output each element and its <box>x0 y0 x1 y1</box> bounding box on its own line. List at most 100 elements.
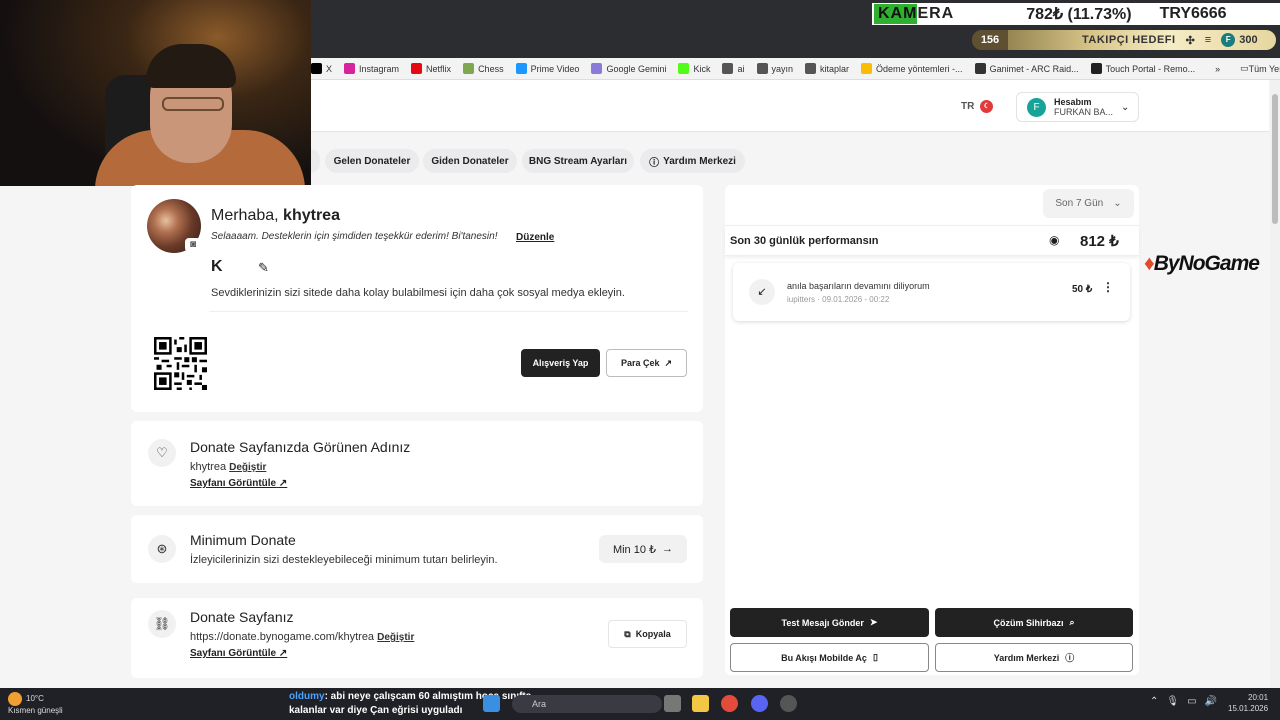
bookmark-item[interactable]: Instagram <box>344 63 399 74</box>
file-explorer-icon[interactable] <box>692 695 709 712</box>
min-donate-title: Minimum Donate <box>190 532 296 548</box>
page-scrollbar[interactable] <box>1270 80 1280 688</box>
webcam-overlay <box>0 0 311 186</box>
help-center-button[interactable]: Yardım Merkezi ⓘ <box>935 643 1133 672</box>
weather-widget[interactable]: 10°C Kısmen güneşli <box>8 692 63 715</box>
bookmark-label: ai <box>737 63 745 74</box>
all-bookmarks-folder[interactable]: ▭ Tüm Yer İşaretleri <box>1240 63 1280 74</box>
system-tray[interactable]: ⌃🎙▭🔊 <box>1150 696 1225 707</box>
display-name-value: khytrea <box>190 461 227 473</box>
goal-label: TAKIPÇI HEDEFI <box>1082 34 1176 46</box>
bookmark-label: Instagram <box>359 63 400 74</box>
windows-start-icon[interactable] <box>483 695 500 712</box>
ticker-currency: TRY6666 <box>1159 5 1227 22</box>
queue-icon: ≡ <box>1204 34 1212 46</box>
display-name-value-row: khytrea Değiştir <box>190 461 266 473</box>
tab-incoming-donations[interactable]: Gelen Donateler <box>325 149 419 173</box>
view-page-link[interactable]: Sayfanı Görüntüle ↗ <box>190 478 287 489</box>
account-title: Hesabım <box>1054 97 1092 107</box>
performance-label: Son 30 günlük performansın <box>730 235 879 247</box>
donate-page-change-link[interactable]: Değiştir <box>377 632 414 643</box>
help-icon: ⓘ <box>649 157 660 169</box>
copy-button[interactable]: ⧉ Kopyala <box>608 620 687 648</box>
donate-view-page-link[interactable]: Sayfanı Görüntüle ↗ <box>190 648 287 659</box>
task-view-icon[interactable] <box>664 695 681 712</box>
donation-item[interactable] <box>733 263 1130 321</box>
bookmark-item[interactable]: Kick <box>678 63 710 74</box>
bookmarks-bar: X Instagram Netflix Chess Prime Video Google … <box>311 58 1280 80</box>
open-mobile-button[interactable]: Bu Akışı Mobilde Aç ▯ <box>730 643 929 672</box>
kick-icon[interactable]: K <box>211 259 227 275</box>
language-selector[interactable]: TR ☾ <box>961 100 994 113</box>
date-range-select[interactable]: Son 7 Gün ⌄ <box>1043 189 1134 218</box>
tab-stream-settings[interactable]: BNG Stream Ayarları <box>522 149 634 173</box>
greeting: Merhaba, khytrea <box>211 207 340 225</box>
bookmark-label: Ödeme yöntemleri -... <box>876 63 963 74</box>
bookmark-item[interactable]: Netflix <box>411 63 451 74</box>
bookmarks-overflow-button[interactable]: » <box>1215 64 1220 74</box>
weather-temp: 10°C <box>26 694 44 704</box>
goal-count: 156 <box>972 30 1008 50</box>
x-icon <box>311 63 322 74</box>
all-bookmarks-label: Tüm Yer İşaretleri <box>1248 63 1280 74</box>
flame-icon: ♦ <box>1144 252 1155 275</box>
coins-hand-icon: ⊛ <box>148 535 176 563</box>
bookmark-label: Chess <box>478 63 504 74</box>
bookmark-label: Google Gemini <box>606 63 667 74</box>
bookmark-item[interactable]: Chess <box>463 63 504 74</box>
chevron-down-icon: ⌄ <box>1121 101 1130 113</box>
tab-help-center[interactable]: ⓘ Yardım Merkezi <box>640 149 745 173</box>
chat-line-2: kalanlar var diye Çan eğrisi uyguladı <box>289 705 463 716</box>
bookmark-item[interactable]: Google Gemini <box>591 63 666 74</box>
tab-outgoing-donations[interactable]: Giden Donateler <box>423 149 517 173</box>
folder-icon <box>805 63 817 74</box>
qr-code-icon <box>154 337 207 390</box>
bookmark-label: Kick <box>693 63 711 74</box>
scrollbar-thumb[interactable] <box>1272 94 1278 224</box>
edit-bio-link[interactable]: Düzenle <box>516 232 554 243</box>
bookmark-item[interactable]: ai <box>722 63 745 74</box>
more-vertical-icon[interactable]: ⋮ <box>1102 280 1114 294</box>
display-name-change-link[interactable]: Değiştir <box>229 462 266 473</box>
discord-icon[interactable] <box>751 695 768 712</box>
account-name: FURKAN BA... <box>1054 107 1114 117</box>
bookmark-item[interactable]: Ganimet - ARC Raid... <box>974 63 1079 74</box>
webcam-hair <box>146 44 236 88</box>
bookmark-item[interactable]: yayın <box>756 63 793 74</box>
pencil-icon[interactable]: ✎ <box>258 260 269 276</box>
solution-wizard-button[interactable]: Çözüm Sihirbazı ⌕ <box>935 608 1133 637</box>
withdraw-button[interactable]: Para Çek ↗ <box>606 349 687 377</box>
chess-icon <box>463 63 475 74</box>
bookmark-label: kitaplar <box>820 63 850 74</box>
turkey-flag-icon: ☾ <box>980 100 994 113</box>
chrome-icon[interactable] <box>721 695 738 712</box>
bookmark-item[interactable]: Touch Portal - Remo... <box>1090 63 1195 74</box>
min-donate-desc: İzleyicilerinizin sizi destekleyebileceğ… <box>190 554 498 566</box>
min-donate-button[interactable]: Min 10 ₺ → <box>599 535 687 563</box>
account-menu[interactable]: F Hesabım FURKAN BA... ⌄ <box>1016 92 1139 122</box>
greeting-username: khytrea <box>283 207 340 224</box>
shop-button[interactable]: Alışveriş Yap <box>521 349 600 377</box>
phone-icon: ▯ <box>872 652 878 662</box>
camera-icon[interactable]: ◙ <box>185 238 201 252</box>
donation-message: anıla başarıların devamını diliyorum <box>787 281 930 291</box>
bookmark-label: X <box>326 63 333 74</box>
test-message-button[interactable]: Test Mesajı Gönder ➤ <box>730 608 929 637</box>
weather-icon <box>8 692 22 706</box>
taskbar-search[interactable]: Ara <box>512 695 662 713</box>
bookmark-item[interactable]: X <box>311 63 332 74</box>
steam-icon[interactable] <box>780 695 797 712</box>
eye-icon[interactable]: ◉ <box>1049 233 1059 247</box>
bookmark-item[interactable]: Ödeme yöntemleri -... <box>861 63 963 74</box>
bookmark-item[interactable]: kitaplar <box>805 63 849 74</box>
weather-desc: Kısmen güneşli <box>8 706 63 715</box>
gemini-icon <box>591 63 603 74</box>
bynogame-logo: ♦ByNoGame <box>1144 252 1260 276</box>
chat-username: oldumy <box>289 691 325 702</box>
arrow-down-left-icon: ↙ <box>749 279 775 305</box>
taskbar-clock[interactable]: 20:01 15.01.2026 <box>1228 692 1268 714</box>
bookmark-label: Ganimet - ARC Raid... <box>989 63 1079 74</box>
bookmark-item[interactable]: Prime Video <box>515 63 579 74</box>
external-link-icon: ↗ <box>278 648 288 659</box>
display-name-title: Donate Sayfanızda Görünen Adınız <box>190 439 411 455</box>
